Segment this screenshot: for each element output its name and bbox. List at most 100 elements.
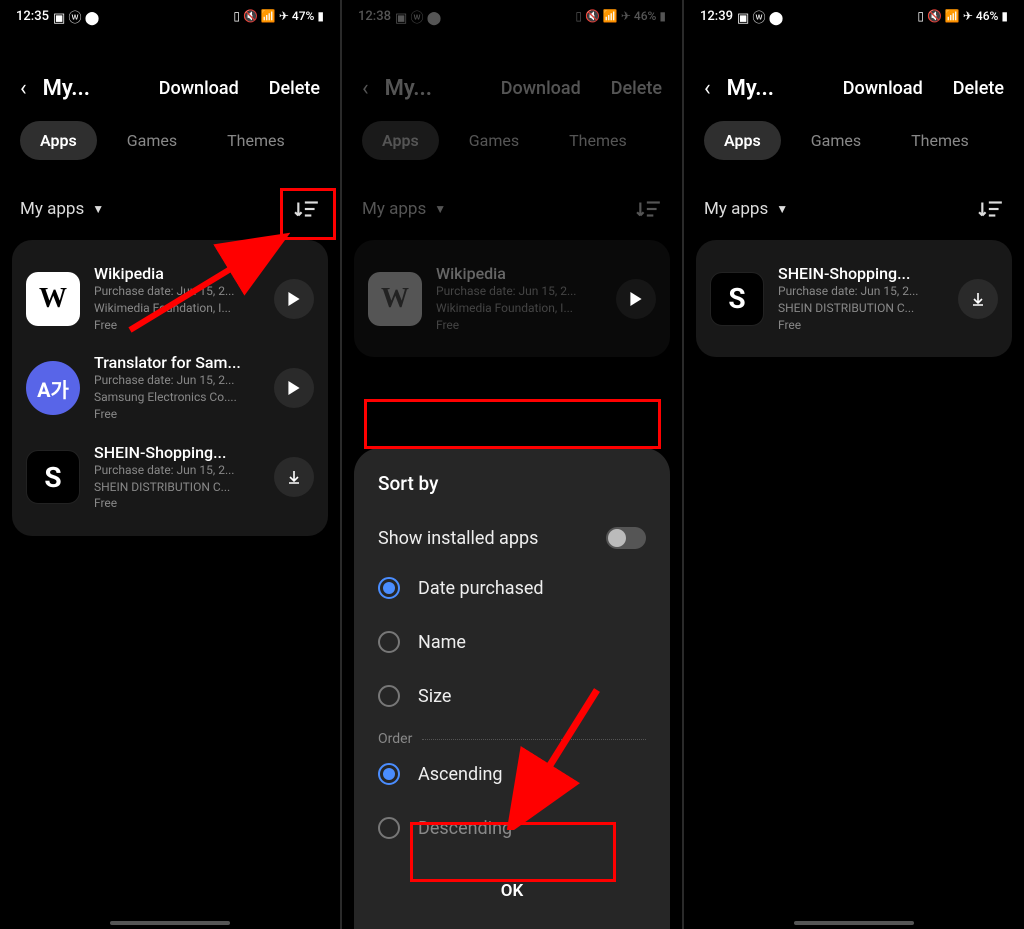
tab-themes[interactable]: Themes [891,121,989,160]
phone-screen-3: 12:39 ▣ ⓦ ⬤ ▯ 🔇 📶 ✈ 46% ▮ ‹ My... Downlo… [684,0,1024,929]
filter-row: My apps ▼ [684,176,1024,240]
ok-button[interactable]: OK [378,863,646,919]
app-icon: S [710,272,764,326]
tab-games[interactable]: Games [791,121,881,160]
status-app-icons: ▣ ⓦ ⬤ [737,7,783,26]
order-option[interactable]: Ascending [378,747,646,801]
nav-indicator[interactable] [794,921,914,925]
app-row[interactable]: W Wikipedia Purchase date: Jun 15, 2... … [368,254,656,343]
app-name: SHEIN-Shopping... [778,264,944,283]
chevron-down-icon: ▼ [92,202,104,216]
tab-apps[interactable]: Apps [362,121,439,160]
status-system-icons: ▯ 🔇 📶 ✈ [917,9,973,23]
status-app-icons: ▣ ⓦ ⬤ [53,7,99,26]
sort-option[interactable]: Name [378,615,646,669]
status-time: 12:38 [358,9,391,24]
page-header: ‹ My... Download Delete [0,28,340,121]
order-section-label: Order [378,731,646,747]
app-row[interactable]: A가 Translator for Sam... Purchase date: … [26,343,314,432]
tab-games[interactable]: Games [449,121,539,160]
page-header: ‹ My... Download Delete [342,28,682,121]
tab-games[interactable]: Games [107,121,197,160]
download-action[interactable]: Download [159,78,239,99]
back-button[interactable]: ‹ [704,76,711,101]
sort-option-label: Name [418,632,466,653]
filter-dropdown[interactable]: My apps ▼ [20,199,104,219]
app-row[interactable]: W Wikipedia Purchase date: Jun 15, 2... … [26,254,314,343]
page-title: My... [385,76,432,101]
app-list: S SHEIN-Shopping... Purchase date: Jun 1… [696,240,1012,357]
app-icon: A가 [26,361,80,415]
app-purchase-date: Purchase date: Jun 15, 2... [778,283,944,300]
status-battery: 46% [634,9,656,23]
status-battery: 46% [976,9,998,23]
tab-themes[interactable]: Themes [207,121,305,160]
app-info: Wikipedia Purchase date: Jun 15, 2... Wi… [94,264,260,333]
app-vendor: Samsung Electronics Co.... [94,389,260,406]
delete-action[interactable]: Delete [611,78,662,99]
app-list: W Wikipedia Purchase date: Jun 15, 2... … [354,240,670,357]
status-app-icons: ▣ ⓦ ⬤ [395,7,441,26]
tab-apps[interactable]: Apps [704,121,781,160]
radio-icon [378,685,400,707]
app-price: Free [94,406,260,423]
app-name: SHEIN-Shopping... [94,443,260,462]
order-option-label: Descending [418,818,512,839]
app-purchase-date: Purchase date: Jun 15, 2... [94,283,260,300]
delete-action[interactable]: Delete [269,78,320,99]
sort-option[interactable]: Size [378,669,646,723]
phone-screen-1: 12:35 ▣ ⓦ ⬤ ▯ 🔇 📶 ✈ 47% ▮ ‹ My... Downlo… [0,0,340,929]
app-purchase-date: Purchase date: Jun 15, 2... [94,462,260,479]
show-installed-toggle[interactable] [606,527,646,549]
play-button[interactable] [274,279,314,319]
tab-bar: Apps Games Themes [0,121,340,176]
chevron-down-icon: ▼ [434,202,446,216]
tab-themes[interactable]: Themes [549,121,647,160]
status-bar: 12:39 ▣ ⓦ ⬤ ▯ 🔇 📶 ✈ 46% ▮ [684,0,1024,28]
app-price: Free [778,317,944,334]
order-option-label: Ascending [418,764,503,785]
app-vendor: Wikimedia Foundation, I... [436,300,602,317]
app-price: Free [94,495,260,512]
page-title: My... [727,76,774,101]
status-bar: 12:35 ▣ ⓦ ⬤ ▯ 🔇 📶 ✈ 47% ▮ [0,0,340,28]
app-row[interactable]: S SHEIN-Shopping... Purchase date: Jun 1… [710,254,998,343]
download-button[interactable] [274,457,314,497]
show-installed-row[interactable]: Show installed apps [378,515,646,561]
page-title: My... [43,76,90,101]
back-button[interactable]: ‹ [362,76,369,101]
app-icon: W [368,272,422,326]
sort-icon-button[interactable] [294,196,320,222]
sort-option-label: Size [418,686,451,707]
app-info: SHEIN-Shopping... Purchase date: Jun 15,… [94,443,260,512]
back-button[interactable]: ‹ [20,76,27,101]
status-time: 12:39 [700,9,733,24]
filter-dropdown[interactable]: My apps ▼ [362,199,446,219]
filter-dropdown[interactable]: My apps ▼ [704,199,788,219]
delete-action[interactable]: Delete [953,78,1004,99]
sort-option[interactable]: Date purchased [378,561,646,615]
app-price: Free [436,317,602,334]
radio-icon [378,817,400,839]
download-action[interactable]: Download [843,78,923,99]
app-icon: W [26,272,80,326]
app-name: Wikipedia [436,264,602,283]
play-button[interactable] [274,368,314,408]
battery-icon: ▮ [317,9,324,23]
sort-icon-button[interactable] [636,196,662,222]
download-button[interactable] [958,279,998,319]
tab-apps[interactable]: Apps [20,121,97,160]
chevron-down-icon: ▼ [776,202,788,216]
sheet-title: Sort by [378,472,646,495]
show-installed-label: Show installed apps [378,528,538,549]
nav-indicator[interactable] [110,921,230,925]
status-battery: 47% [292,9,314,23]
order-option[interactable]: Descending [378,801,646,855]
app-row[interactable]: S SHEIN-Shopping... Purchase date: Jun 1… [26,433,314,522]
sort-icon-button[interactable] [978,196,1004,222]
filter-row: My apps ▼ [342,176,682,240]
play-button[interactable] [616,279,656,319]
download-action[interactable]: Download [501,78,581,99]
tab-bar: Apps Games Themes [684,121,1024,176]
app-info: Wikipedia Purchase date: Jun 15, 2... Wi… [436,264,602,333]
